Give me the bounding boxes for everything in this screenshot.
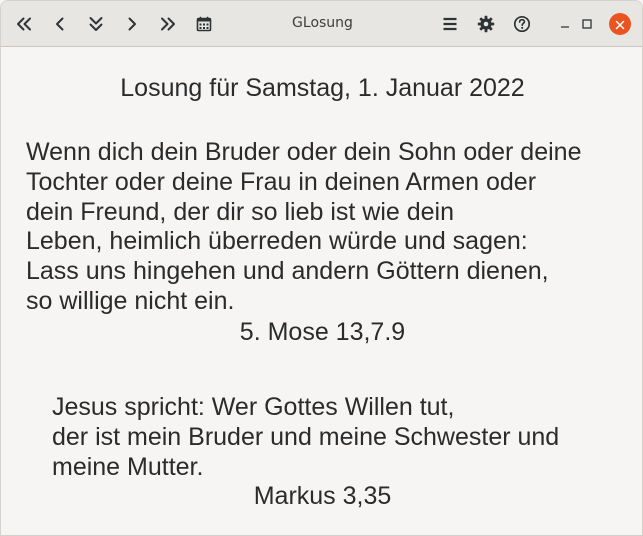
verse-line: Leben, heimlich überreden würde und sage… xyxy=(26,227,528,256)
today-button[interactable] xyxy=(80,8,112,40)
maximize-icon xyxy=(581,15,593,34)
losung-verse: Wenn dich dein Bruder oder dein Sohn ode… xyxy=(26,138,581,317)
minimize-icon xyxy=(559,15,571,34)
header-bar: GLosung xyxy=(1,1,642,47)
double-chevron-down-icon xyxy=(87,15,105,33)
verse-line: Tochter oder deine Frau in deinen Armen … xyxy=(26,167,537,196)
losung-reference: 5. Mose 13,7.9 xyxy=(239,318,406,346)
last-day-button[interactable] xyxy=(152,8,184,40)
close-icon xyxy=(615,15,625,34)
lehrtext-verse: Jesus spricht: Wer Gottes Willen tut, de… xyxy=(52,393,559,482)
next-day-button[interactable] xyxy=(116,8,148,40)
verse-line: Jesus spricht: Wer Gottes Willen tut, xyxy=(52,393,455,421)
maximize-button[interactable] xyxy=(577,14,597,34)
chevron-left-icon xyxy=(51,15,69,33)
double-chevron-right-icon xyxy=(159,15,177,33)
verse-line: so willige nicht ein. xyxy=(26,286,235,315)
help-icon xyxy=(513,15,531,33)
lehrtext-reference: Markus 3,35 xyxy=(253,482,392,510)
help-button[interactable] xyxy=(506,8,538,40)
chevron-right-icon xyxy=(123,15,141,33)
verse-line: Lass uns hingehen und andern Göttern die… xyxy=(26,257,549,286)
calendar-button[interactable] xyxy=(188,8,220,40)
daily-text-view: Losung für Samstag, 1. Januar 2022 Wenn … xyxy=(1,48,642,535)
verse-line: dein Freund, der dir so lieb ist wie dei… xyxy=(26,197,455,226)
app-window: GLosung Losung für Samstag, 1. Januar 20… xyxy=(0,0,643,536)
menu-button[interactable] xyxy=(434,8,466,40)
calendar-icon xyxy=(195,15,213,33)
first-day-button[interactable] xyxy=(8,8,40,40)
settings-button[interactable] xyxy=(470,8,502,40)
close-button[interactable] xyxy=(609,13,631,35)
previous-day-button[interactable] xyxy=(44,8,76,40)
gear-icon xyxy=(477,15,495,33)
losung-heading: Losung für Samstag, 1. Januar 2022 xyxy=(120,74,525,102)
minimize-button[interactable] xyxy=(555,14,575,34)
double-chevron-left-icon xyxy=(15,15,33,33)
hamburger-menu-icon xyxy=(441,15,459,33)
verse-line: meine Mutter. xyxy=(52,452,204,481)
verse-line: Wenn dich dein Bruder oder dein Sohn ode… xyxy=(26,138,582,166)
verse-line: der ist mein Bruder und meine Schwester … xyxy=(52,422,560,451)
